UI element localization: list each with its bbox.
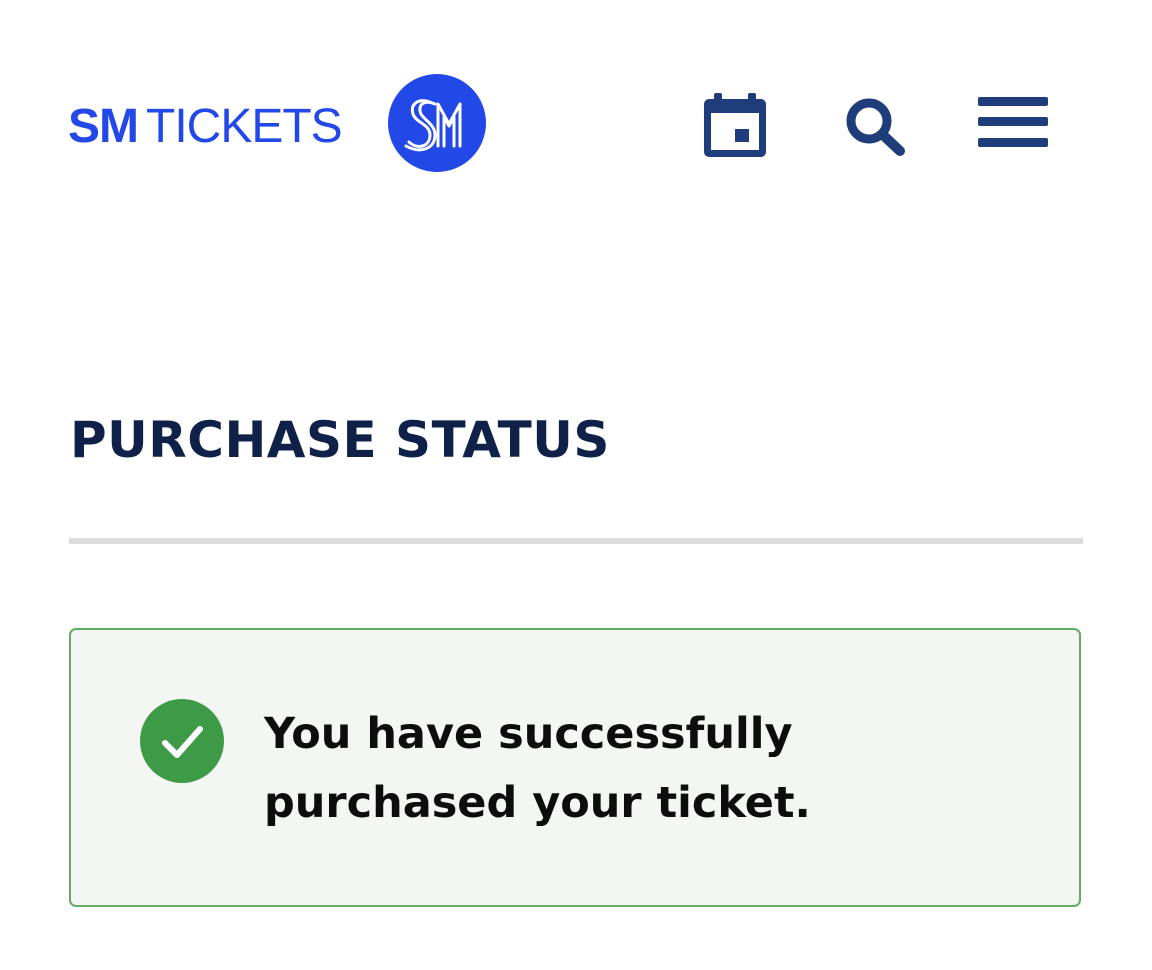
page-title: PURCHASE STATUS <box>70 411 610 469</box>
success-message: You have successfully purchased your tic… <box>264 709 811 828</box>
site-header: SM TICKETS <box>0 0 1152 250</box>
brand-sm-text: SM <box>68 100 139 153</box>
hamburger-menu-icon[interactable] <box>976 95 1050 151</box>
calendar-icon[interactable] <box>700 92 770 158</box>
sm-logo-icon[interactable] <box>388 74 486 172</box>
success-alert: You have successfully purchased your tic… <box>69 628 1081 907</box>
brand-tickets-text: TICKETS <box>146 100 343 153</box>
search-icon[interactable] <box>843 95 907 157</box>
title-divider <box>69 538 1083 544</box>
sm-tickets-wordmark[interactable]: SM TICKETS <box>68 92 343 162</box>
check-circle-icon <box>140 699 224 783</box>
